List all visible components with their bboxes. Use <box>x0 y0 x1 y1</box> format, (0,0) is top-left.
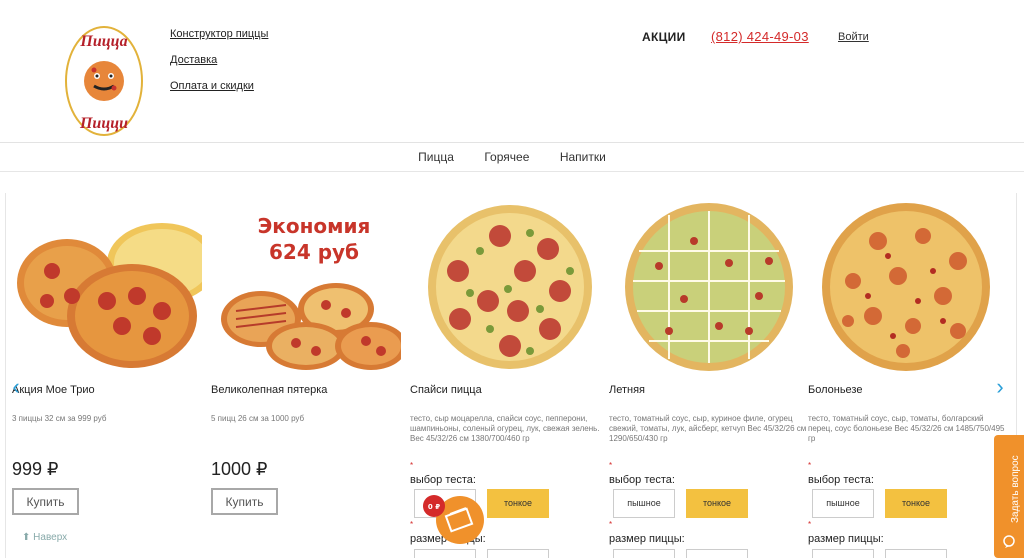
category-nav: Пицца Горячее Напитки <box>0 143 1024 172</box>
svg-text:Пицци: Пицци <box>79 115 128 132</box>
login-link[interactable]: Войти <box>838 31 869 43</box>
product-name[interactable]: Летняя <box>609 384 645 396</box>
size-option[interactable] <box>812 549 874 558</box>
promo-link[interactable]: АКЦИИ <box>642 30 686 44</box>
nav-item-hot[interactable]: Горячее <box>484 143 529 171</box>
product-image[interactable] <box>609 201 799 371</box>
size-label: размер пиццы: <box>808 533 884 545</box>
product-card: Летняя тесто, томатный соус, сыр, курино… <box>609 193 806 558</box>
required-mark: * <box>808 520 812 529</box>
dough-label: выбор теста: <box>609 474 675 486</box>
required-mark: * <box>609 461 613 470</box>
required-mark: * <box>410 520 414 529</box>
svg-text:Экономия: Экономия <box>258 214 371 238</box>
dough-label: выбор теста: <box>410 474 476 486</box>
required-mark: * <box>609 520 613 529</box>
link-payment-discounts[interactable]: Оплата и скидки <box>170 80 268 92</box>
nav-item-pizza[interactable]: Пицца <box>418 143 454 171</box>
product-name[interactable]: Великолепная пятерка <box>211 384 327 396</box>
product-name[interactable]: Болоньезе <box>808 384 862 396</box>
size-label: размер пиццы: <box>609 533 685 545</box>
product-image[interactable] <box>12 201 202 371</box>
size-option[interactable] <box>613 549 675 558</box>
required-mark: * <box>410 461 414 470</box>
product-image[interactable] <box>410 201 600 371</box>
back-to-top-link[interactable]: ⬆ Наверх <box>22 532 67 543</box>
chat-icon <box>1003 535 1015 548</box>
link-delivery[interactable]: Доставка <box>170 54 268 66</box>
product-image[interactable]: Экономия 624 руб <box>211 201 401 371</box>
product-card: Болоньезе тесто, томатный соус, сыр, том… <box>808 193 1005 558</box>
svg-text:0 ₽: 0 ₽ <box>428 503 440 511</box>
product-description: 5 пицц 26 см за 1000 руб <box>211 414 305 423</box>
product-carousel: Акция Мое Трио 3 пиццы 32 см за 999 руб … <box>0 193 1024 558</box>
carousel-next-arrow-icon[interactable]: › <box>992 376 1008 400</box>
product-description: тесто, сыр моцарелла, спайси соус, пеппе… <box>410 414 600 443</box>
dough-option-thin[interactable]: тонкое <box>885 489 947 518</box>
ask-question-label: Задать вопрос <box>1010 455 1021 523</box>
size-option[interactable] <box>885 549 947 558</box>
buy-button[interactable]: Купить <box>12 488 79 515</box>
product-card: Экономия 624 руб Великолепная пятерка 5 … <box>211 193 401 558</box>
product-description: тесто, томатный соус, сыр, томаты, болга… <box>808 414 1005 443</box>
product-price: 1000 ₽ <box>211 459 268 479</box>
product-price: 999 ₽ <box>12 459 59 479</box>
nav-item-drinks[interactable]: Напитки <box>560 143 606 171</box>
phone-link[interactable]: (812) 424-49-03 <box>711 29 809 44</box>
carousel-prev-arrow-icon[interactable]: ‹ <box>8 376 24 400</box>
product-card: Акция Мое Трио 3 пиццы 32 см за 999 руб … <box>12 193 202 558</box>
dough-option-thin[interactable]: тонкое <box>487 489 549 518</box>
product-name[interactable]: Акция Мое Трио <box>12 384 95 396</box>
site-header: Пицца Пицци Конструктор пиццы Доставка О… <box>0 0 1024 143</box>
link-pizza-constructor[interactable]: Конструктор пиццы <box>170 28 268 40</box>
size-option[interactable] <box>414 549 476 558</box>
size-option[interactable] <box>487 549 549 558</box>
product-image[interactable] <box>808 201 998 371</box>
dough-option-fluffy[interactable]: пышное <box>613 489 675 518</box>
buy-button[interactable]: Купить <box>211 488 278 515</box>
size-option[interactable] <box>686 549 748 558</box>
product-description: тесто, томатный соус, сыр, куриное филе,… <box>609 414 807 443</box>
svg-text:Пицца: Пицца <box>79 33 127 50</box>
product-description: 3 пиццы 32 см за 999 руб <box>12 414 107 423</box>
required-mark: * <box>808 461 812 470</box>
dough-label: выбор теста: <box>808 474 874 486</box>
svg-text:624 руб: 624 руб <box>269 240 359 264</box>
cart-widget[interactable]: 0 ₽ <box>422 494 484 546</box>
dough-option-thin[interactable]: тонкое <box>686 489 748 518</box>
product-name[interactable]: Спайси пицца <box>410 384 482 396</box>
top-links: Конструктор пиццы Доставка Оплата и скид… <box>170 28 268 106</box>
pizza-logo[interactable]: Пицца Пицци <box>64 24 144 138</box>
dough-option-fluffy[interactable]: пышное <box>812 489 874 518</box>
ask-question-tab[interactable]: Задать вопрос <box>994 435 1024 558</box>
